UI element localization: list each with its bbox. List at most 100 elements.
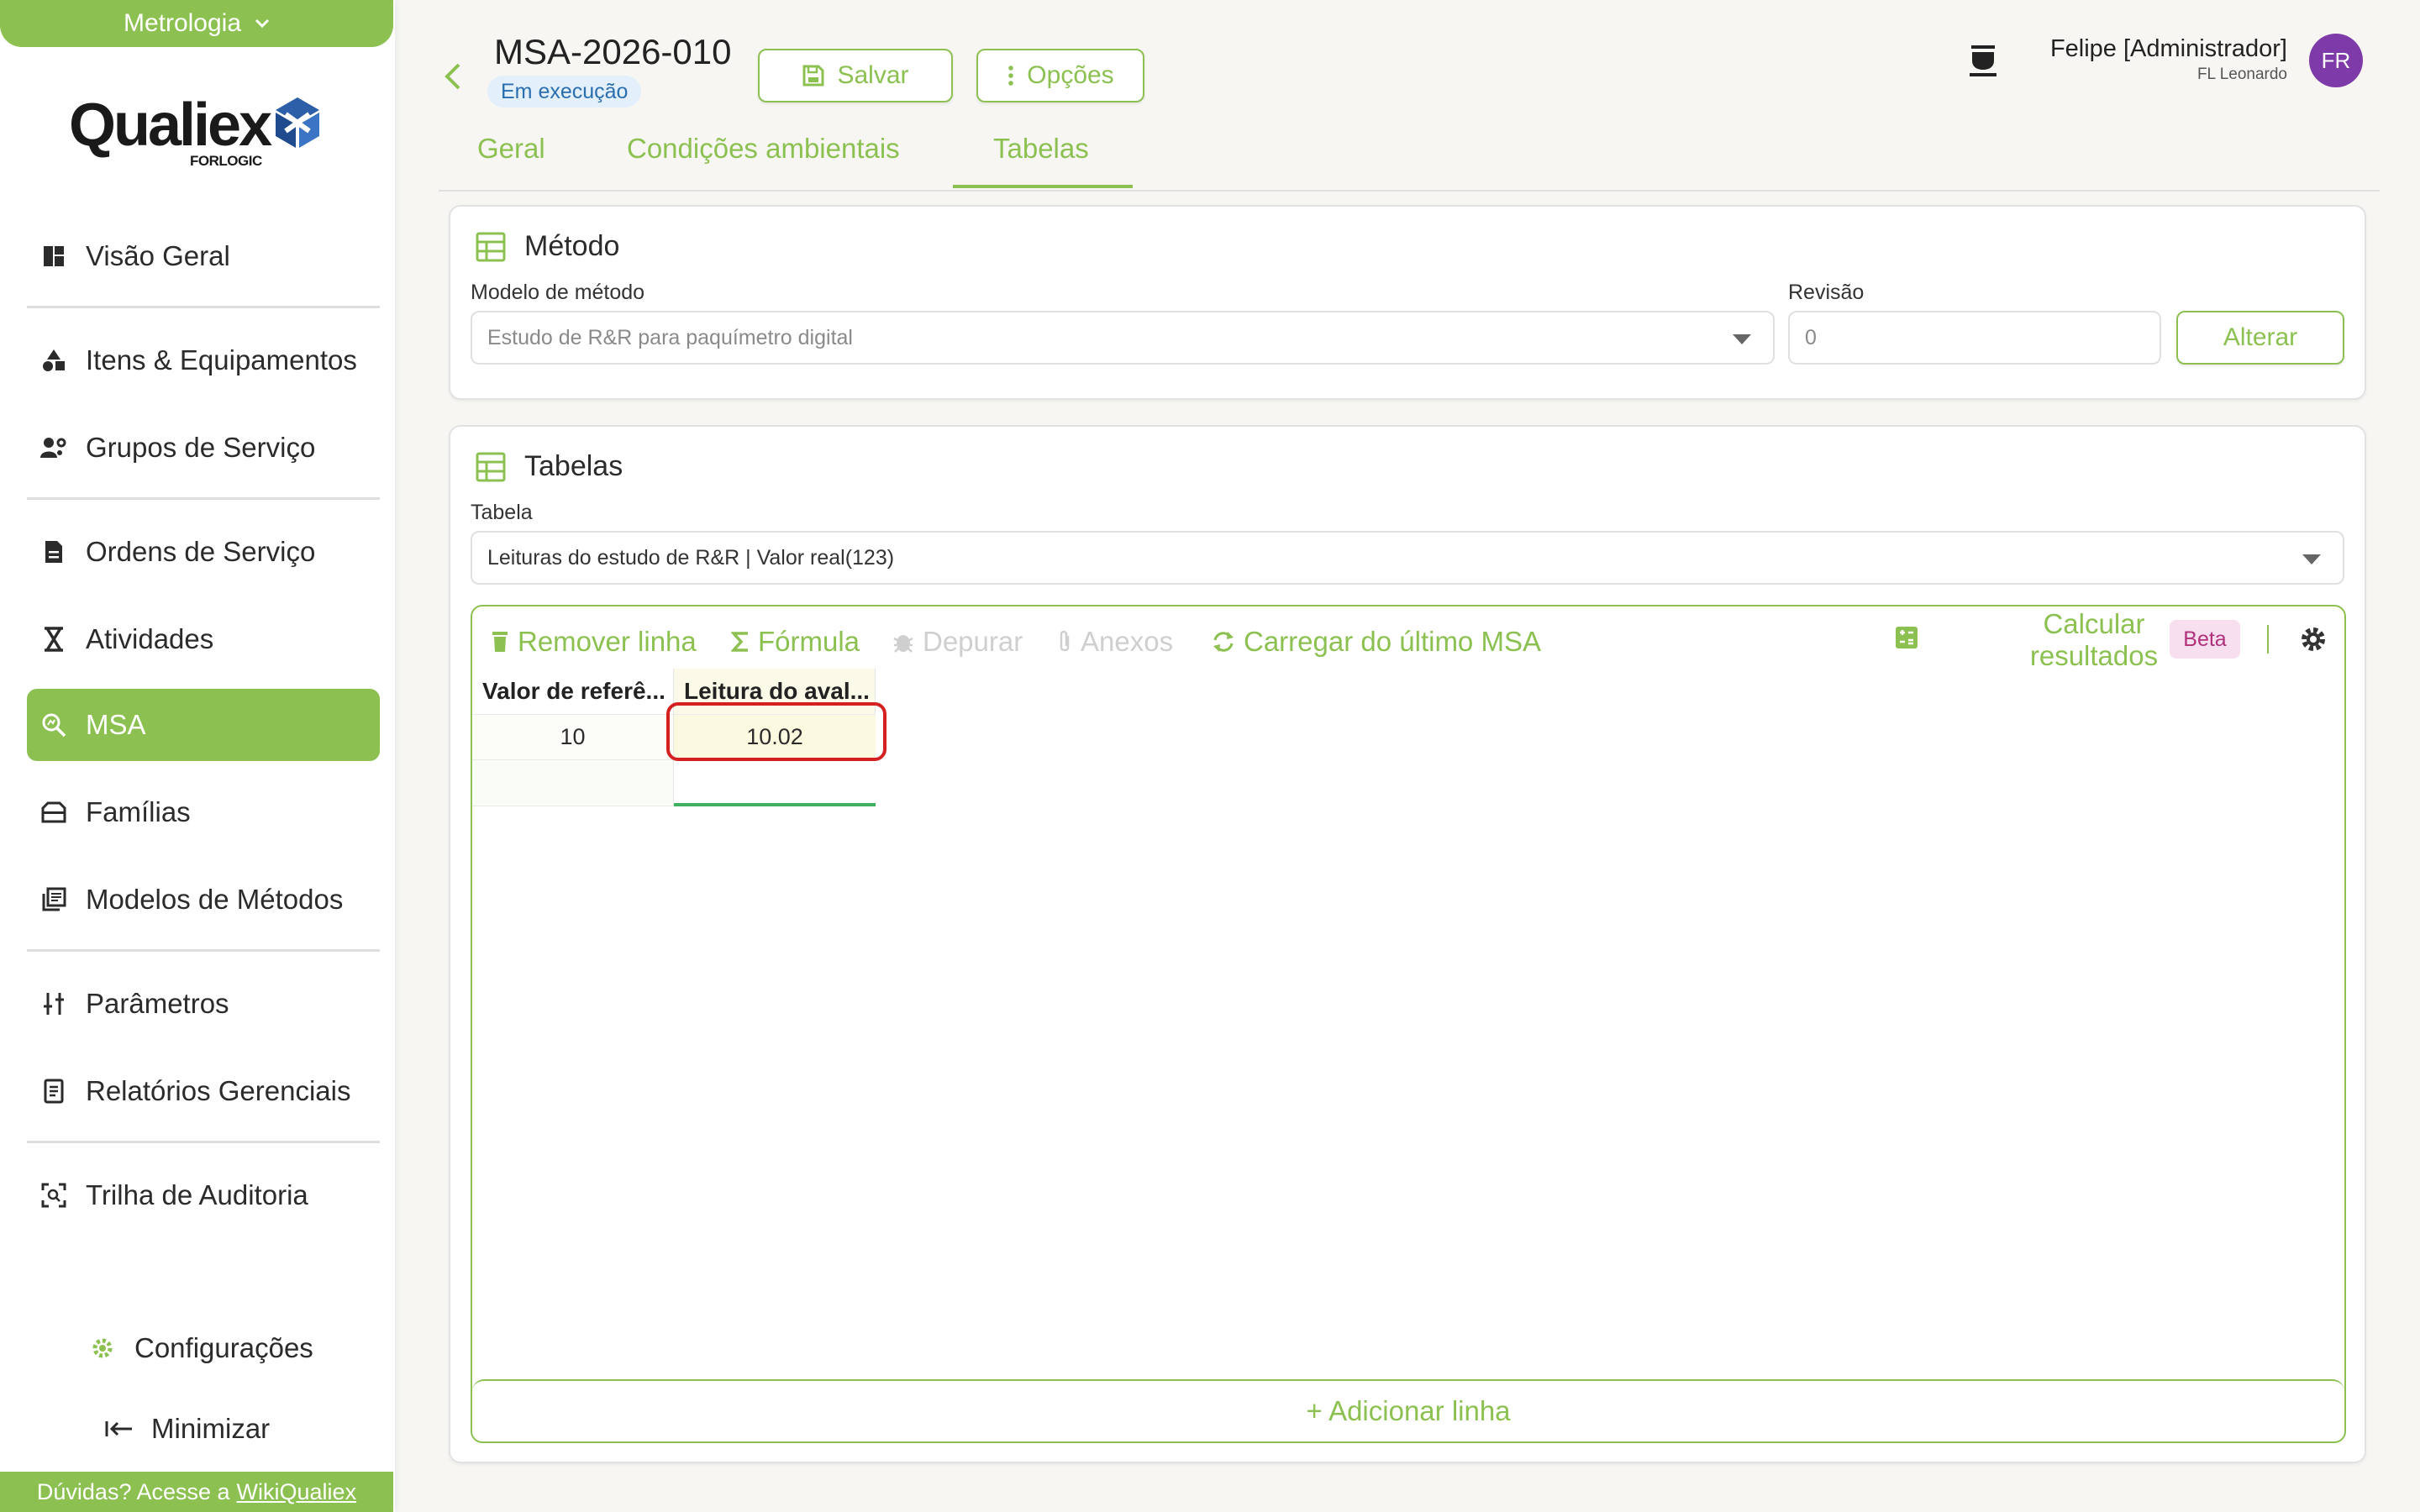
tab-condicoes-ambientais[interactable]: Condições ambientais: [627, 133, 900, 165]
table-grid-icon: [476, 452, 506, 481]
nav-divider: [27, 306, 380, 308]
table-grid-icon: [476, 232, 506, 261]
help-text: Dúvidas? Acesse a: [36, 1478, 230, 1504]
nav-itens-equipamentos[interactable]: Itens & Equipamentos: [27, 324, 380, 396]
coffee-icon: [1970, 45, 1996, 76]
change-method-button[interactable]: Alterar: [2176, 311, 2344, 365]
back-button[interactable]: [442, 62, 462, 91]
add-row-button[interactable]: + Adicionar linha: [472, 1379, 2344, 1441]
gear-icon: [2302, 627, 2325, 651]
nav-label: Parâmetros: [86, 988, 229, 1019]
user-name: Felipe [Administrador]: [2049, 35, 2287, 62]
audit-scan-icon: [39, 1180, 69, 1210]
tables-title: Tabelas: [476, 450, 623, 483]
options-label: Opções: [1027, 61, 1114, 89]
tab-tabelas[interactable]: Tabelas: [993, 133, 1089, 165]
minimize-sidebar-button[interactable]: Minimizar: [92, 1393, 378, 1465]
remove-row-button[interactable]: Remover linha: [491, 623, 697, 660]
page-title: MSA-2026-010: [494, 32, 732, 71]
nav-msa[interactable]: MSA: [27, 689, 380, 761]
nav-relatorios[interactable]: Relatórios Gerenciais: [27, 1055, 380, 1127]
nav-grupos-servico[interactable]: Grupos de Serviço: [27, 412, 380, 484]
model-label: Modelo de método: [471, 281, 645, 304]
nav-label: Visão Geral: [86, 240, 230, 271]
paperclip-icon: [1060, 630, 1070, 652]
more-vertical-icon: [1008, 66, 1014, 86]
nav-parametros[interactable]: Parâmetros: [27, 968, 380, 1040]
nav-label: Modelos de Métodos: [86, 884, 344, 915]
delete-icon: [492, 632, 508, 652]
nav-label: Itens & Equipamentos: [86, 344, 357, 375]
tab-geral[interactable]: Geral: [477, 133, 545, 165]
nav-modelos-metodos[interactable]: Modelos de Métodos: [27, 864, 380, 936]
help-footer: Dúvidas? Acesse a WikiQualiex: [0, 1472, 393, 1512]
debug-button[interactable]: Depurar: [892, 623, 1023, 660]
save-button[interactable]: Salvar: [758, 49, 953, 102]
revision-label: Revisão: [1788, 281, 1865, 304]
nav-label: Configurações: [134, 1332, 313, 1363]
dropdown-arrow-icon: [2302, 554, 2321, 564]
nav-divider: [27, 497, 380, 500]
table-label: Tabela: [471, 501, 533, 524]
sigma-icon: [731, 632, 748, 652]
load-last-msa-button[interactable]: Carregar do último MSA: [1212, 623, 1541, 660]
collapse-left-icon: [104, 1414, 134, 1444]
nav-ordens-servico[interactable]: Ordens de Serviço: [27, 516, 380, 588]
method-card: [449, 205, 2366, 400]
formula-button[interactable]: Fórmula: [731, 623, 860, 660]
bug-icon: [893, 635, 913, 653]
nav-label: Relatórios Gerenciais: [86, 1075, 351, 1106]
options-button[interactable]: Opções: [976, 49, 1144, 102]
report-icon: [39, 1076, 69, 1106]
module-label: Metrologia: [123, 9, 242, 37]
table-cell-editing[interactable]: [674, 759, 876, 806]
avatar[interactable]: FR: [2309, 34, 2363, 87]
highlight-annotation: [666, 702, 886, 761]
nav-label: MSA: [86, 709, 146, 740]
search-analytics-icon: [39, 710, 69, 740]
gear-icon: [87, 1333, 118, 1363]
nav-visao-geral[interactable]: Visão Geral: [27, 220, 380, 292]
chevron-down-icon: [255, 18, 270, 29]
wiki-link[interactable]: WikiQualiex: [237, 1479, 357, 1505]
nav-label: Minimizar: [151, 1413, 271, 1444]
dropdown-arrow-icon: [1733, 334, 1751, 344]
nav-label: Atividades: [86, 623, 214, 654]
nav-label: Grupos de Serviço: [86, 432, 316, 463]
nav-familias[interactable]: Famílias: [27, 776, 380, 848]
coffee-break-button[interactable]: [1966, 44, 2000, 77]
table-settings-button[interactable]: [2299, 625, 2328, 654]
table-cell[interactable]: [472, 759, 674, 806]
save-label: Salvar: [837, 61, 909, 89]
group-gear-icon: [39, 433, 69, 463]
sync-icon: [1213, 632, 1234, 652]
logo-mark-icon: [276, 97, 319, 148]
attachments-button[interactable]: Anexos: [1057, 623, 1173, 660]
calculator-icon[interactable]: [1894, 625, 1919, 650]
nav-trilha-auditoria[interactable]: Trilha de Auditoria: [27, 1159, 380, 1231]
beta-badge: Beta: [2170, 620, 2240, 659]
nav-divider: [27, 1141, 380, 1143]
qualiex-logo: Qualiex FORLOGIC: [69, 91, 329, 171]
chevron-left-icon: [445, 63, 460, 90]
method-model-select[interactable]: Estudo de R&R para paquímetro digital: [471, 311, 1775, 365]
module-selector[interactable]: Metrologia: [0, 0, 393, 47]
inventory-icon: [39, 797, 69, 827]
table-cell[interactable]: 10: [472, 714, 674, 759]
library-books-icon: [39, 885, 69, 915]
sliders-icon: [39, 989, 69, 1019]
shapes-icon: [39, 345, 69, 375]
user-organization: FL Leonardo: [2196, 66, 2287, 83]
table-select[interactable]: Leituras do estudo de R&R | Valor real(1…: [471, 531, 2344, 585]
toolbar-divider: [2267, 625, 2269, 654]
nav-atividades[interactable]: Atividades: [27, 603, 380, 675]
save-icon: [802, 65, 824, 87]
column-header-reference[interactable]: Valor de referê...: [472, 669, 674, 714]
nav-divider: [27, 949, 380, 952]
revision-field[interactable]: 0: [1788, 311, 2161, 365]
status-badge: Em execução: [487, 76, 642, 108]
document-icon: [39, 537, 69, 567]
nav-configuracoes[interactable]: Configurações: [76, 1312, 378, 1384]
method-title: Método: [476, 230, 619, 263]
hourglass-icon: [39, 624, 69, 654]
